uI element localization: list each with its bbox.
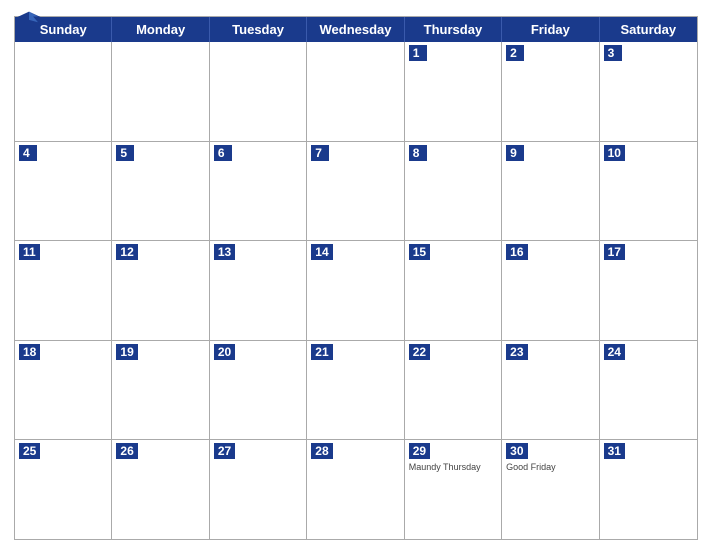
day-cell: 20 xyxy=(210,341,307,440)
day-number: 13 xyxy=(214,244,235,260)
day-cell: 7 xyxy=(307,142,404,241)
day-cell: 14 xyxy=(307,241,404,340)
day-cell: 22 xyxy=(405,341,502,440)
week-row-5: 25 26 27 28 29 Maundy Thursday 30 Good Friday 31 xyxy=(15,439,697,539)
day-number: 21 xyxy=(311,344,332,360)
day-cell: 27 xyxy=(210,440,307,539)
day-number: 16 xyxy=(506,244,527,260)
day-cell: 9 xyxy=(502,142,599,241)
holiday-label: Good Friday xyxy=(506,462,594,472)
day-number: 7 xyxy=(311,145,329,161)
day-number: 30 xyxy=(506,443,527,459)
day-cell: 15 xyxy=(405,241,502,340)
week-row-3: 11 12 13 14 15 16 17 xyxy=(15,240,697,340)
day-number: 11 xyxy=(19,244,40,260)
day-number: 26 xyxy=(116,443,137,459)
day-cell: 30 Good Friday xyxy=(502,440,599,539)
day-cell: 6 xyxy=(210,142,307,241)
day-cell: 12 xyxy=(112,241,209,340)
week-row-2: 4 5 6 7 8 9 10 xyxy=(15,141,697,241)
day-cell: 23 xyxy=(502,341,599,440)
day-header-friday: Friday xyxy=(502,17,599,42)
day-number: 19 xyxy=(116,344,137,360)
day-number: 15 xyxy=(409,244,430,260)
day-number: 5 xyxy=(116,145,134,161)
day-cell: 24 xyxy=(600,341,697,440)
calendar-page: SundayMondayTuesdayWednesdayThursdayFrid… xyxy=(0,0,712,550)
day-cell: 16 xyxy=(502,241,599,340)
day-number: 20 xyxy=(214,344,235,360)
day-cell xyxy=(15,42,112,141)
day-number: 8 xyxy=(409,145,427,161)
day-cell: 11 xyxy=(15,241,112,340)
day-cell: 8 xyxy=(405,142,502,241)
day-cell: 2 xyxy=(502,42,599,141)
weeks-container: 1234567891011121314151617181920212223242… xyxy=(15,42,697,539)
day-cell: 19 xyxy=(112,341,209,440)
day-cell: 29 Maundy Thursday xyxy=(405,440,502,539)
day-cell: 25 xyxy=(15,440,112,539)
day-cell: 10 xyxy=(600,142,697,241)
day-cell: 13 xyxy=(210,241,307,340)
day-number: 22 xyxy=(409,344,430,360)
logo xyxy=(14,10,49,33)
day-number: 2 xyxy=(506,45,524,61)
day-header-saturday: Saturday xyxy=(600,17,697,42)
day-headers-row: SundayMondayTuesdayWednesdayThursdayFrid… xyxy=(15,17,697,42)
day-number: 14 xyxy=(311,244,332,260)
day-cell: 26 xyxy=(112,440,209,539)
day-header-wednesday: Wednesday xyxy=(307,17,404,42)
day-cell: 17 xyxy=(600,241,697,340)
day-number: 18 xyxy=(19,344,40,360)
day-number: 3 xyxy=(604,45,622,61)
holiday-label: Maundy Thursday xyxy=(409,462,497,472)
day-number: 4 xyxy=(19,145,37,161)
day-cell: 18 xyxy=(15,341,112,440)
day-cell xyxy=(210,42,307,141)
day-number: 29 xyxy=(409,443,430,459)
day-cell: 31 xyxy=(600,440,697,539)
day-number: 17 xyxy=(604,244,625,260)
day-number: 12 xyxy=(116,244,137,260)
day-cell xyxy=(112,42,209,141)
day-number: 31 xyxy=(604,443,625,459)
day-cell: 1 xyxy=(405,42,502,141)
day-cell: 5 xyxy=(112,142,209,241)
calendar-grid: SundayMondayTuesdayWednesdayThursdayFrid… xyxy=(14,16,698,540)
day-cell: 4 xyxy=(15,142,112,241)
day-number: 28 xyxy=(311,443,332,459)
day-cell: 21 xyxy=(307,341,404,440)
day-number: 25 xyxy=(19,443,40,459)
day-header-monday: Monday xyxy=(112,17,209,42)
day-number: 6 xyxy=(214,145,232,161)
week-row-1: 1 2 3 xyxy=(15,42,697,141)
day-header-tuesday: Tuesday xyxy=(210,17,307,42)
day-number: 10 xyxy=(604,145,625,161)
day-number: 1 xyxy=(409,45,427,61)
day-number: 27 xyxy=(214,443,235,459)
day-cell: 3 xyxy=(600,42,697,141)
day-header-thursday: Thursday xyxy=(405,17,502,42)
day-cell: 28 xyxy=(307,440,404,539)
logo-bird-icon xyxy=(14,10,44,28)
day-number: 24 xyxy=(604,344,625,360)
day-number: 23 xyxy=(506,344,527,360)
week-row-4: 18 19 20 21 22 23 24 xyxy=(15,340,697,440)
day-cell xyxy=(307,42,404,141)
day-number: 9 xyxy=(506,145,524,161)
